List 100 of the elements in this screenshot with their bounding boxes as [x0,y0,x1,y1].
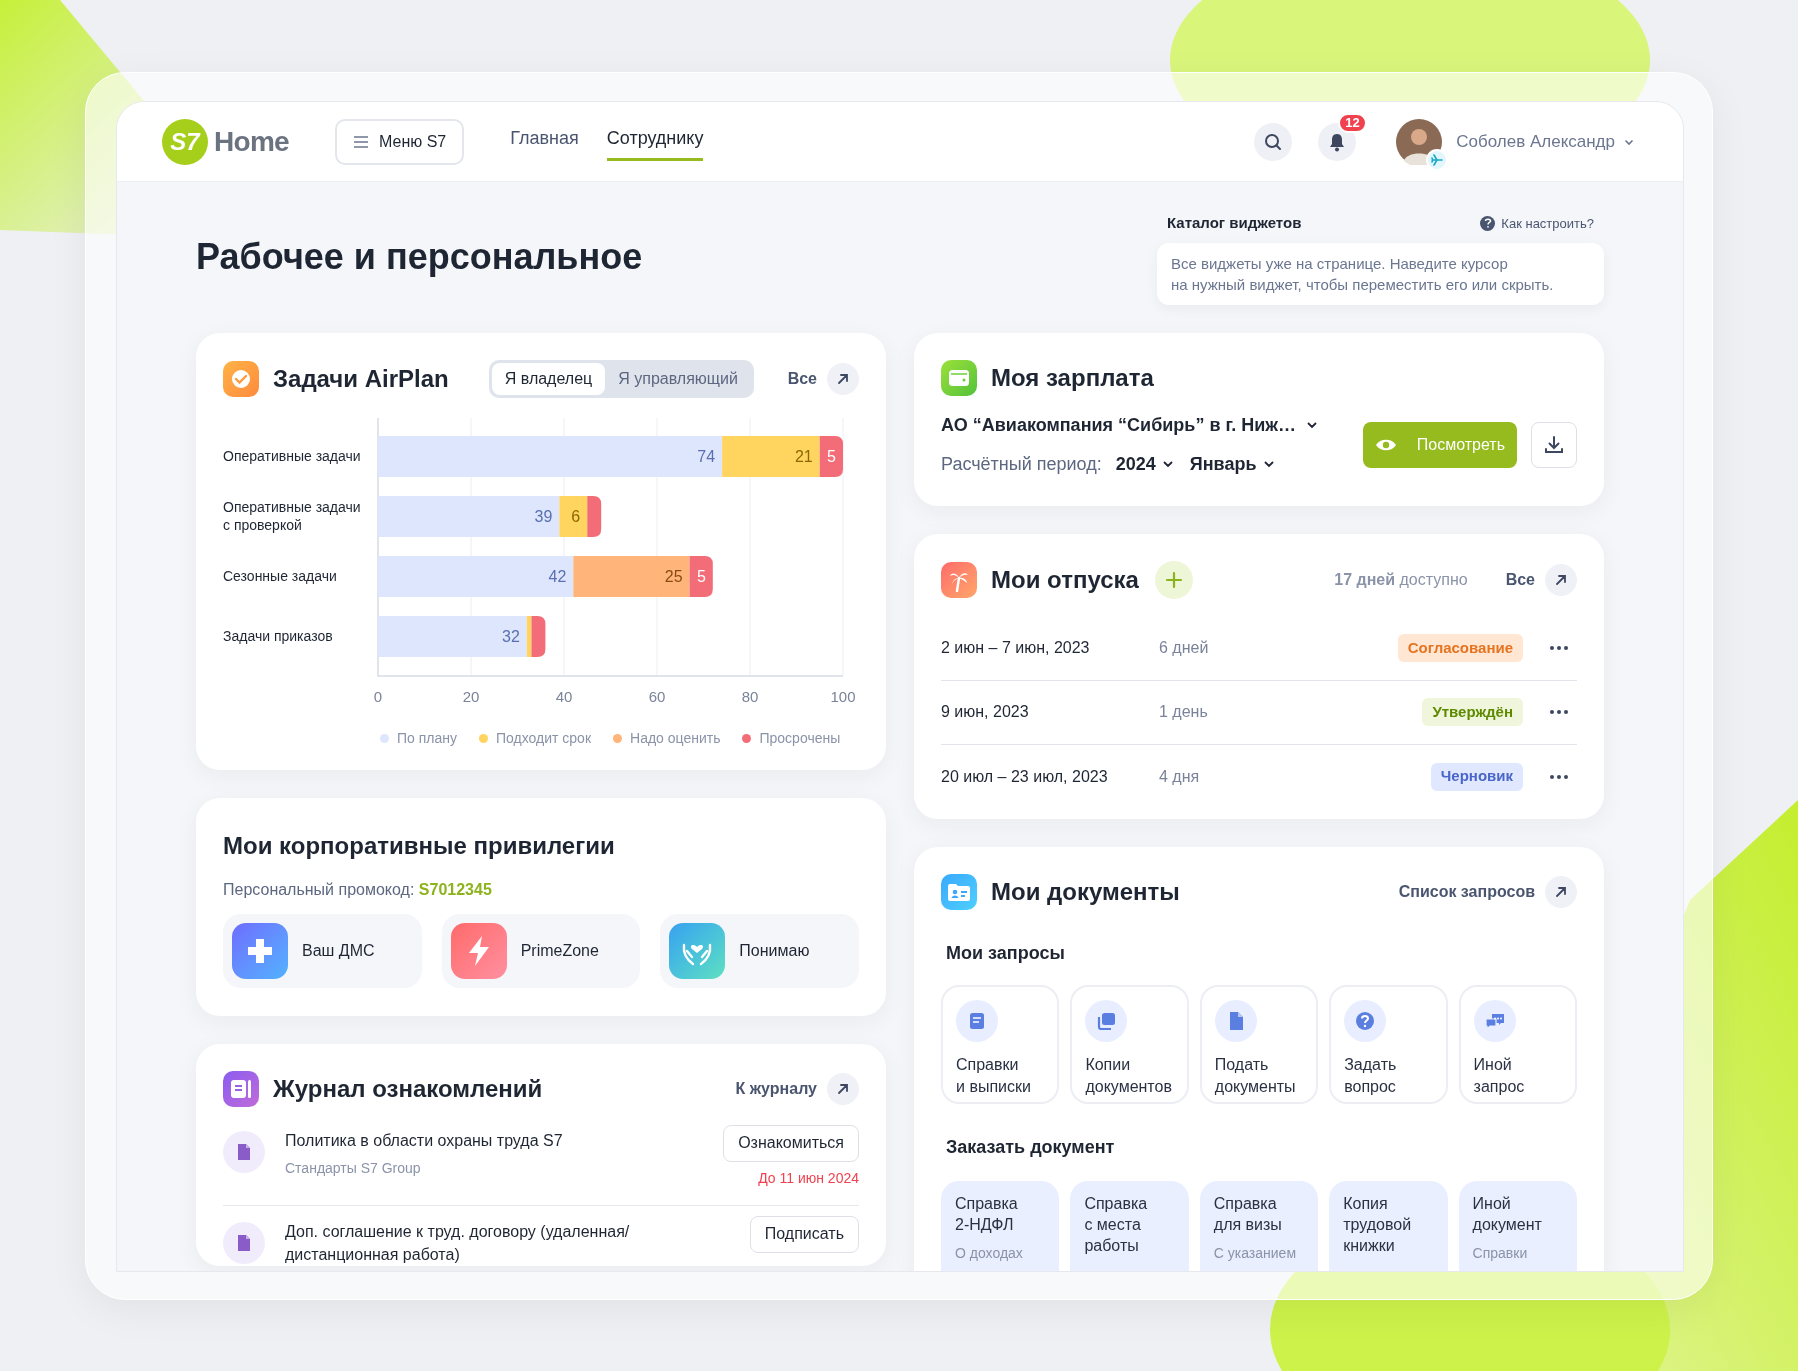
bar-value: 5 [696,567,706,585]
tick-label: 60 [648,687,666,705]
card-title: Мои корпоративные привилегии [223,830,616,861]
user-menu[interactable]: Соболев Александр [1456,128,1635,155]
order-tile[interactable]: Справка для визы С указанием [1199,1180,1319,1271]
document-title: Политика в области охраны труда S7 [285,1130,564,1151]
vacation-dates: 20 июл – 23 июл, 2023 [941,766,1109,787]
card-title: Мои документы [991,876,1180,907]
download-button[interactable] [1531,421,1577,468]
company-dropdown[interactable]: АО “Авиакомпания “Сибирь” в г. Ниж… [941,411,1318,439]
status-tag: Черновик [1430,762,1523,791]
bar-value: 6 [571,507,581,525]
request-tile[interactable]: Подать документы [1199,984,1319,1104]
action-button[interactable]: Ознакомиться [723,1124,859,1162]
bar-value: 21 [794,447,813,465]
legend-label: По плану [397,728,457,748]
more-button[interactable] [1549,645,1569,651]
menu-button[interactable]: Меню S7 [335,118,465,165]
order-tile[interactable]: Иной документ Справки [1458,1180,1577,1271]
request-tile[interactable]: Иной запрос [1458,984,1577,1104]
tick-label: 0 [373,687,383,705]
vacation-duration: 6 дней [1159,638,1209,658]
journal-icon [223,1070,259,1107]
action-button[interactable]: Подписать [749,1215,859,1253]
toggle-tab[interactable]: Я управляющий [605,362,751,395]
nav-tab[interactable]: Главная [510,122,579,161]
request-tile[interactable]: Справки и выписки [941,984,1060,1104]
card-title: Мои отпуска [991,564,1139,595]
notification-badge: 12 [1338,112,1367,133]
toggle-tab[interactable]: Я владелец [491,362,606,395]
document-icon [223,1221,265,1264]
menu-icon [353,135,369,148]
more-button[interactable] [1549,773,1569,780]
order-title: Копия трудовой книжки [1343,1193,1412,1256]
legend-label: Надо оценить [630,728,721,748]
privilege-tile[interactable]: PrimeZone [441,913,641,988]
order-subtitle: Справки [1472,1243,1528,1263]
journal-link[interactable]: К журналу [735,1072,859,1105]
order-title: Справка для визы [1213,1193,1282,1235]
check-icon [223,360,259,397]
wallet-icon [941,359,977,396]
logo-mark: S7 [162,118,208,165]
all-link[interactable]: Все [1505,563,1577,596]
privilege-tile[interactable]: Ваш ДМС [223,913,422,988]
document-icon [223,1130,265,1173]
help-link[interactable]: Как настроить? [1480,213,1594,233]
month-dropdown[interactable]: Январь [1189,450,1275,478]
category-label: Оперативные задачи с проверкой [223,498,361,534]
nav-tab[interactable]: Сотруднику [606,122,704,161]
order-title: Справка 2-НДФЛ [955,1193,1018,1235]
vacation-dates: 2 июн – 7 июн, 2023 [941,638,1091,658]
bar-value: 42 [548,567,567,585]
section-title: Заказать документ [946,1135,1116,1159]
folder-icon [941,873,977,910]
bar-value: 5 [827,447,836,465]
order-title: Справка с места работы [1084,1193,1148,1256]
requests-link[interactable]: Список запросов [1398,875,1577,908]
tick-label: 40 [555,687,573,705]
request-tile[interactable]: Задать вопрос [1329,984,1448,1104]
category-label: Оперативные задачи [223,447,361,465]
card-title: Моя зарплата [991,362,1154,393]
palm-icon [941,561,977,598]
plus-icon [1164,570,1183,589]
order-tile[interactable]: Копия трудовой книжки [1329,1180,1448,1271]
card-title: Задачи AirPlan [273,363,449,394]
request-tile[interactable]: Копии документов [1070,984,1189,1104]
plus-icon [232,922,288,979]
order-subtitle: О доходах [955,1243,1023,1263]
search-button[interactable] [1254,122,1293,161]
year-dropdown[interactable]: 2024 [1115,450,1174,478]
all-link[interactable]: Все [787,362,859,395]
avatar[interactable] [1396,118,1443,165]
eye-icon [1374,437,1397,452]
legend-label: Подходит срок [496,728,592,748]
note-icon [956,999,998,1042]
order-tile[interactable]: Справка 2-НДФЛ О доходах [941,1180,1060,1271]
category-label: Задачи приказов [223,627,333,645]
bell-icon [1328,131,1347,152]
deadline: До 11 июн 2024 [758,1168,859,1188]
document-source: Стандарты S7 Group [285,1158,422,1178]
section-title: Мои запросы [946,941,1066,965]
promo-code: S7012345 [418,880,492,898]
promo-label: Персональный промокод: [223,880,415,898]
tick-label: 100 [830,687,856,705]
period-label: Расчётный период: [941,452,1102,476]
legend-label: Просрочены [759,728,841,748]
vacation-dates: 9 июн, 2023 [941,702,1030,722]
catalog-title: Каталог виджетов [1167,213,1302,233]
search-icon [1263,131,1284,152]
privilege-tile[interactable]: Понимаю [660,913,859,988]
order-tile[interactable]: Справка с места работы [1070,1180,1189,1271]
card-title: Журнал ознакомлений [273,1073,543,1104]
available-days: 17 дней доступно [1334,567,1468,592]
order-subtitle: С указанием [1213,1243,1297,1263]
bar-value: 32 [502,627,520,645]
more-button[interactable] [1549,709,1569,715]
document-title: Доп. соглашение к труд. договору (удаленная/ дистанционная работа) [285,1221,631,1265]
category-label: Сезонные задачи [223,567,337,585]
vacation-duration: 4 дня [1159,766,1200,787]
order-title: Иной документ [1472,1193,1542,1235]
